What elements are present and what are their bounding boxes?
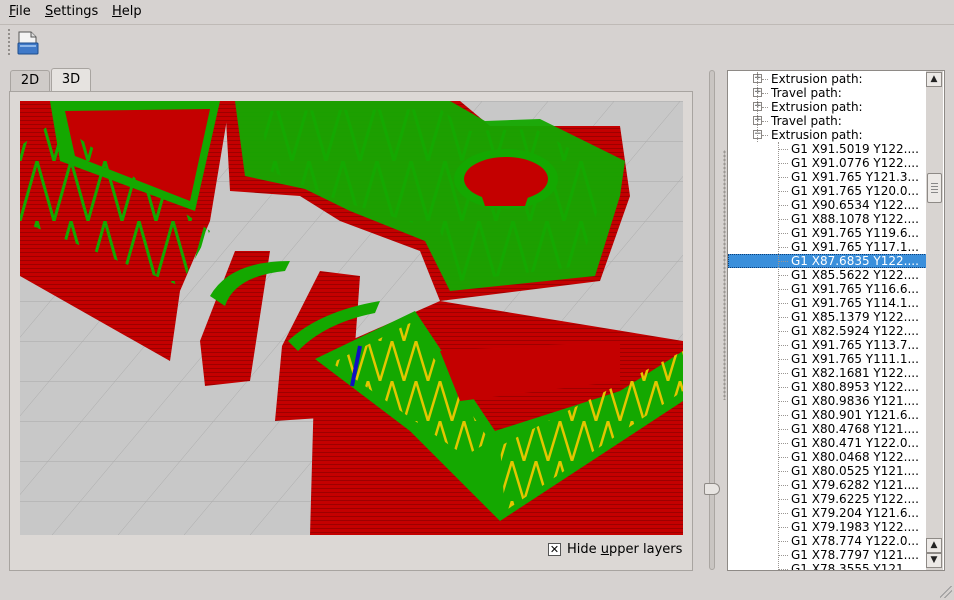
- tree-item-gcode[interactable]: G1 X91.5019 Y122....: [728, 142, 927, 156]
- gcode-command-label: G1 X87.6835 Y122....: [791, 254, 919, 268]
- layer-slider-handle[interactable]: [704, 483, 720, 495]
- tab-3d[interactable]: 3D: [51, 68, 91, 91]
- tree-connector: [778, 142, 780, 570]
- tree-item-label: Travel path:: [771, 86, 842, 100]
- gcode-tree[interactable]: + Extrusion path: + Travel path: + Extrusion …: [727, 70, 945, 571]
- scroll-down-button[interactable]: ▼: [926, 553, 942, 568]
- tree-item-gcode[interactable]: G1 X80.4768 Y121....: [728, 422, 927, 436]
- tree-item-gcode[interactable]: G1 X82.1681 Y122....: [728, 366, 927, 380]
- scroll-up-button-bottom[interactable]: ▲: [926, 538, 942, 553]
- gcode-command-label: G1 X85.1379 Y122....: [791, 310, 919, 324]
- scroll-thumb[interactable]: [927, 173, 942, 203]
- toolbar-grip[interactable]: [7, 28, 11, 56]
- gcode-command-label: G1 X82.5924 Y122....: [791, 324, 919, 338]
- gcode-command-label: G1 X79.6225 Y122....: [791, 492, 919, 506]
- tree-connector: [762, 135, 768, 137]
- tree-item-label: Extrusion path:: [771, 72, 863, 86]
- tab-2d[interactable]: 2D: [10, 70, 50, 91]
- scroll-up-button[interactable]: ▲: [926, 72, 942, 87]
- tree-item-gcode[interactable]: G1 X79.204 Y121.6...: [728, 506, 927, 520]
- gcode-command-label: G1 X82.1681 Y122....: [791, 366, 919, 380]
- tree-connector: [762, 79, 768, 81]
- tree-item-gcode[interactable]: G1 X79.6225 Y122....: [728, 492, 927, 506]
- tree-item-gcode[interactable]: G1 X88.1078 Y122....: [728, 212, 927, 226]
- tree-item-label: Travel path:: [771, 114, 842, 128]
- menu-file[interactable]: File: [9, 4, 31, 19]
- menu-separator: [0, 24, 954, 25]
- gcode-command-label: G1 X91.765 Y117.1...: [791, 240, 919, 254]
- splitter-handle[interactable]: [723, 150, 726, 400]
- gcode-command-label: G1 X79.204 Y121.6...: [791, 506, 919, 520]
- gcode-command-label: G1 X91.765 Y116.6...: [791, 282, 919, 296]
- gcode-command-label: G1 X90.6534 Y122....: [791, 198, 919, 212]
- tree-item-gcode[interactable]: G1 X80.471 Y122.0...: [728, 436, 927, 450]
- hide-upper-layers-checkbox[interactable]: ✕: [548, 543, 561, 556]
- gcode-command-label: G1 X80.0525 Y121....: [791, 464, 919, 478]
- gcode-command-label: G1 X91.5019 Y122....: [791, 142, 919, 156]
- menu-help[interactable]: Help: [112, 4, 142, 19]
- tree-connector: [762, 121, 768, 123]
- gcode-command-label: G1 X80.9836 Y121....: [791, 394, 919, 408]
- gcode-command-label: G1 X80.0468 Y122....: [791, 450, 919, 464]
- tree-scrollbar[interactable]: [926, 71, 943, 570]
- tree-item-gcode[interactable]: G1 X91.0776 Y122....: [728, 156, 927, 170]
- hide-upper-layers-label[interactable]: Hide upper layers: [567, 542, 682, 557]
- gcode-command-label: G1 X79.1983 Y122....: [791, 520, 919, 534]
- tree-item-gcode[interactable]: G1 X85.5622 Y122....: [728, 268, 927, 282]
- tree-item-gcode[interactable]: G1 X91.765 Y113.7...: [728, 338, 927, 352]
- gcode-command-label: G1 X85.5622 Y122....: [791, 268, 919, 282]
- tree-connector: [757, 72, 759, 142]
- gcode-command-label: G1 X79.6282 Y121....: [791, 478, 919, 492]
- toolpath-render: [20, 101, 683, 535]
- menu-settings[interactable]: Settings: [45, 4, 98, 19]
- tree-item-gcode[interactable]: G1 X91.765 Y114.1...: [728, 296, 927, 310]
- tree-item-gcode[interactable]: G1 X80.0525 Y121....: [728, 464, 927, 478]
- tree-item-gcode[interactable]: G1 X91.765 Y117.1...: [728, 240, 927, 254]
- gcode-command-label: G1 X88.1078 Y122....: [791, 212, 919, 226]
- toolpath-3d-viewport[interactable]: [20, 101, 683, 535]
- gcode-command-label: G1 X80.901 Y121.6...: [791, 408, 919, 422]
- gcode-command-label: G1 X78.3555 Y121....: [791, 562, 919, 571]
- tree-item-gcode[interactable]: G1 X91.765 Y120.0...: [728, 184, 927, 198]
- gcode-command-label: G1 X91.765 Y114.1...: [791, 296, 919, 310]
- gcode-command-label: G1 X91.765 Y113.7...: [791, 338, 919, 352]
- tree-item-gcode[interactable]: G1 X80.8953 Y122....: [728, 380, 927, 394]
- open-file-button[interactable]: [14, 30, 42, 56]
- tree-item-gcode[interactable]: G1 X91.765 Y116.6...: [728, 282, 927, 296]
- menu-bar: File Settings Help: [0, 0, 954, 24]
- gcode-command-label: G1 X78.774 Y122.0...: [791, 534, 919, 548]
- tree-connector: [762, 93, 768, 95]
- tree-item-gcode[interactable]: G1 X78.774 Y122.0...: [728, 534, 927, 548]
- tree-rows: + Extrusion path: + Travel path: + Extrusion …: [728, 72, 927, 571]
- tree-item-gcode[interactable]: G1 X91.765 Y119.6...: [728, 226, 927, 240]
- tree-item-label: Extrusion path:: [771, 128, 863, 142]
- gcode-command-label: G1 X80.471 Y122.0...: [791, 436, 919, 450]
- tree-connector: [762, 107, 768, 109]
- tree-item-gcode[interactable]: G1 X79.6282 Y121....: [728, 478, 927, 492]
- gcode-command-label: G1 X78.7797 Y121....: [791, 548, 919, 562]
- tree-item-gcode[interactable]: G1 X80.901 Y121.6...: [728, 408, 927, 422]
- tree-item-gcode[interactable]: G1 X87.6835 Y122....: [728, 254, 927, 268]
- window-resize-grip[interactable]: [940, 586, 952, 598]
- tree-item-gcode[interactable]: G1 X80.9836 Y121....: [728, 394, 927, 408]
- tree-item-gcode[interactable]: G1 X79.1983 Y122....: [728, 520, 927, 534]
- tree-item-gcode[interactable]: G1 X78.7797 Y121....: [728, 548, 927, 562]
- gcode-command-label: G1 X91.765 Y111.1...: [791, 352, 919, 366]
- gcode-command-label: G1 X80.4768 Y121....: [791, 422, 919, 436]
- document-open-icon: [17, 31, 39, 55]
- tree-item-gcode[interactable]: G1 X91.765 Y121.3...: [728, 170, 927, 184]
- tree-item-label: Extrusion path:: [771, 100, 863, 114]
- layer-slider-track[interactable]: [709, 70, 715, 570]
- tree-item-gcode[interactable]: G1 X80.0468 Y122....: [728, 450, 927, 464]
- gcode-command-label: G1 X91.765 Y120.0...: [791, 184, 919, 198]
- tree-item-gcode[interactable]: G1 X85.1379 Y122....: [728, 310, 927, 324]
- gcode-command-label: G1 X91.765 Y119.6...: [791, 226, 919, 240]
- tree-item-gcode[interactable]: G1 X91.765 Y111.1...: [728, 352, 927, 366]
- gcode-command-label: G1 X91.765 Y121.3...: [791, 170, 919, 184]
- tree-item-gcode[interactable]: G1 X78.3555 Y121....: [728, 562, 927, 571]
- gcode-command-label: G1 X91.0776 Y122....: [791, 156, 919, 170]
- gcode-command-label: G1 X80.8953 Y122....: [791, 380, 919, 394]
- tree-item-gcode[interactable]: G1 X82.5924 Y122....: [728, 324, 927, 338]
- tree-item-gcode[interactable]: G1 X90.6534 Y122....: [728, 198, 927, 212]
